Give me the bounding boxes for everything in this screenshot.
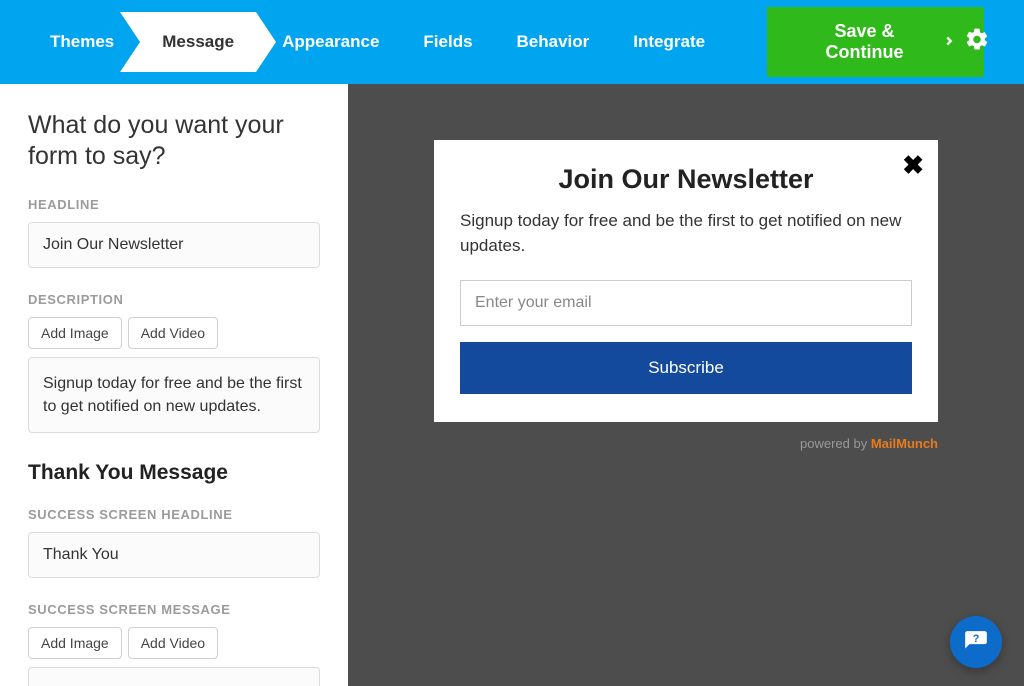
subscribe-button[interactable]: Subscribe — [460, 342, 912, 394]
editor-sidebar: What do you want your form to say? HEADL… — [0, 84, 348, 686]
step-behavior[interactable]: Behavior — [495, 0, 612, 84]
sidebar-title: What do you want your form to say? — [28, 110, 320, 173]
close-icon[interactable]: ✖ — [902, 150, 924, 181]
save-continue-label: Save & Continue — [795, 21, 934, 63]
thank-you-heading: Thank You Message — [28, 461, 320, 485]
svg-text:?: ? — [973, 633, 980, 645]
help-button[interactable]: ? — [950, 616, 1002, 668]
popup-title: Join Our Newsletter — [460, 164, 912, 195]
success-add-image-button[interactable]: Add Image — [28, 627, 122, 659]
powered-prefix: powered by — [800, 436, 871, 451]
step-message[interactable]: Message — [140, 12, 256, 72]
popup-description: Signup today for free and be the first t… — [460, 209, 912, 258]
description-media-buttons: Add Image Add Video — [28, 317, 320, 349]
powered-brand[interactable]: MailMunch — [871, 436, 938, 451]
headline-label: HEADLINE — [28, 197, 320, 212]
add-image-button[interactable]: Add Image — [28, 317, 122, 349]
email-input[interactable] — [460, 280, 912, 326]
step-appearance[interactable]: Appearance — [260, 0, 401, 84]
success-headline-input[interactable] — [28, 532, 320, 578]
description-label: DESCRIPTION — [28, 292, 320, 307]
gear-icon[interactable] — [964, 27, 990, 58]
preview-popup: ✖ Join Our Newsletter Signup today for f… — [434, 140, 938, 422]
success-add-video-button[interactable]: Add Video — [128, 627, 218, 659]
step-integrate[interactable]: Integrate — [611, 0, 727, 84]
step-fields[interactable]: Fields — [401, 0, 494, 84]
success-media-buttons: Add Image Add Video — [28, 627, 320, 659]
main-area: What do you want your form to say? HEADL… — [0, 84, 1024, 686]
add-video-button[interactable]: Add Video — [128, 317, 218, 349]
chevron-right-icon — [942, 32, 956, 53]
success-message-label: SUCCESS SCREEN MESSAGE — [28, 602, 320, 617]
headline-input[interactable] — [28, 222, 320, 268]
success-headline-label: SUCCESS SCREEN HEADLINE — [28, 507, 320, 522]
powered-by: powered by MailMunch — [434, 436, 938, 451]
top-nav: Themes Message Appearance Fields Behavio… — [0, 0, 1024, 84]
wizard-steps: Themes Message Appearance Fields Behavio… — [28, 0, 727, 84]
chat-help-icon: ? — [963, 629, 989, 655]
success-message-input[interactable]: Thank you for subscribing — [28, 667, 320, 686]
save-continue-button[interactable]: Save & Continue — [767, 7, 984, 77]
preview-pane: ✖ Join Our Newsletter Signup today for f… — [348, 84, 1024, 686]
description-input[interactable]: Signup today for free and be the first t… — [28, 357, 320, 433]
